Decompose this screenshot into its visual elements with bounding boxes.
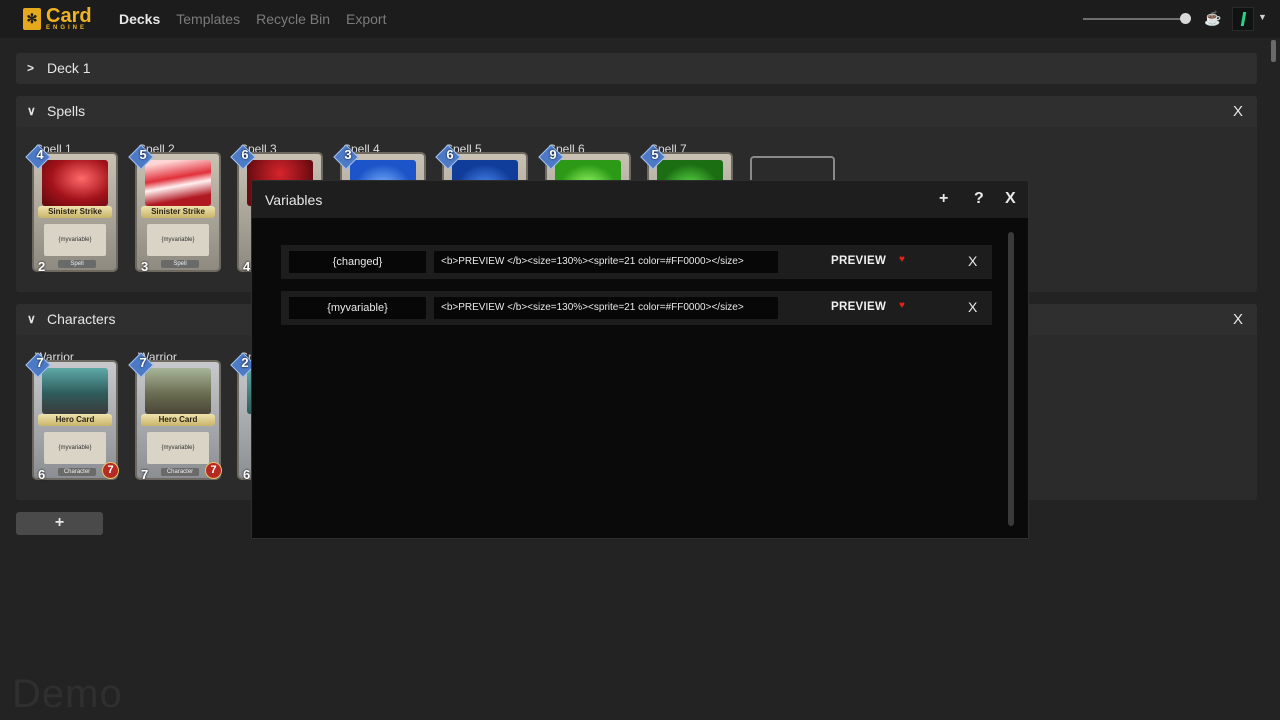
main-nav: Decks Templates Recycle Bin Export xyxy=(119,11,386,27)
heart-sprite-icon: ♥ xyxy=(899,254,905,265)
card-cost: 2 xyxy=(241,355,249,370)
card-cost: 9 xyxy=(549,147,557,162)
card-title: Hero Card xyxy=(141,414,215,426)
demo-watermark: Demo xyxy=(12,672,123,716)
card[interactable]: Sinister Strike {myvariable} Spell xyxy=(135,152,221,272)
card-cost: 7 xyxy=(36,355,44,370)
card-cost: 5 xyxy=(651,147,659,162)
card-attack: 6 xyxy=(243,467,251,482)
deck-header[interactable]: > Deck 1 xyxy=(16,53,1257,84)
delete-variable-button[interactable]: X xyxy=(968,253,977,269)
deck-title: Characters xyxy=(47,311,116,327)
card-attack: 3 xyxy=(141,259,149,274)
card-slot[interactable]: Spell 2 Sinister Strike {myvariable} Spe… xyxy=(128,142,221,282)
card-slot[interactable]: Warrior Hero Card {myvariable} Character… xyxy=(25,350,119,490)
app-logo[interactable]: ✻ Card ENGINE xyxy=(23,6,92,31)
card[interactable]: Hero Card {myvariable} Character xyxy=(32,360,118,480)
deck-title: Spells xyxy=(47,103,86,119)
card[interactable]: Sinister Strike {myvariable} Spell xyxy=(32,152,118,272)
card-attack: 7 xyxy=(141,467,149,482)
nav-decks[interactable]: Decks xyxy=(119,11,160,27)
dialog-scrollbar[interactable] xyxy=(1008,232,1014,526)
close-dialog-button[interactable]: X xyxy=(1005,190,1016,208)
zoom-slider-track[interactable] xyxy=(1083,18,1187,20)
deck-title: Deck 1 xyxy=(47,60,91,76)
card-text: {myvariable} xyxy=(44,432,106,464)
variable-name-input[interactable] xyxy=(289,297,426,319)
logo-subtitle: ENGINE xyxy=(46,25,88,31)
card-cost: 7 xyxy=(139,355,147,370)
card-type: Spell xyxy=(161,260,199,268)
variable-value-input[interactable] xyxy=(434,297,778,319)
card[interactable]: Hero Card {myvariable} Character xyxy=(135,360,221,480)
coffee-cup-icon[interactable]: ☕ xyxy=(1204,11,1221,26)
chevron-down-icon[interactable]: ∨ xyxy=(27,312,36,326)
card-title: Hero Card xyxy=(38,414,112,426)
delete-variable-button[interactable]: X xyxy=(968,299,977,315)
card-health: 7 xyxy=(102,462,119,479)
card-health: 7 xyxy=(205,462,222,479)
card-cost: 6 xyxy=(446,147,454,162)
user-avatar[interactable] xyxy=(1232,7,1254,31)
card-type: Character xyxy=(161,468,199,476)
card-cost: 6 xyxy=(241,147,249,162)
variables-dialog: Variables + ? X PREVIEW ♥ X PREVIEW ♥ X xyxy=(251,180,1029,539)
add-deck-button[interactable]: + xyxy=(16,512,103,535)
card-type: Spell xyxy=(58,260,96,268)
card-attack: 4 xyxy=(243,259,251,274)
variable-name-input[interactable] xyxy=(289,251,426,273)
variable-row: PREVIEW ♥ X xyxy=(281,291,992,325)
logo-title: Card xyxy=(46,5,92,27)
variable-row: PREVIEW ♥ X xyxy=(281,245,992,279)
chevron-right-icon[interactable]: > xyxy=(27,61,34,75)
card-attack: 2 xyxy=(38,259,46,274)
dialog-title: Variables xyxy=(265,192,323,208)
chevron-down-icon[interactable]: ∨ xyxy=(27,104,36,118)
help-button[interactable]: ? xyxy=(974,190,984,208)
close-deck-button[interactable]: X xyxy=(1233,103,1243,120)
card-art xyxy=(42,160,108,206)
card-cost: 3 xyxy=(344,147,352,162)
deck-panel-deck-1: > Deck 1 xyxy=(16,53,1257,84)
deck-header[interactable]: ∨ Spells X xyxy=(16,96,1257,127)
card-text: {myvariable} xyxy=(147,432,209,464)
card-art xyxy=(145,160,211,206)
card-title: Sinister Strike xyxy=(38,206,112,218)
card-type: Character xyxy=(58,468,96,476)
card-slot[interactable]: Spell 1 Sinister Strike {myvariable} Spe… xyxy=(25,142,118,282)
card-cost: 4 xyxy=(36,147,44,162)
logo-gear-icon: ✻ xyxy=(23,7,41,30)
nav-export[interactable]: Export xyxy=(346,11,386,27)
card-art xyxy=(42,368,108,414)
variable-value-input[interactable] xyxy=(434,251,778,273)
variable-preview: PREVIEW xyxy=(831,255,887,267)
card-text: {myvariable} xyxy=(147,224,209,256)
page-scrollbar[interactable] xyxy=(1271,40,1276,62)
card-cost: 5 xyxy=(139,147,147,162)
chevron-down-icon[interactable]: ▼ xyxy=(1258,12,1267,22)
heart-sprite-icon: ♥ xyxy=(899,300,905,311)
zoom-slider-knob[interactable] xyxy=(1180,13,1191,24)
card-slot[interactable]: Warrior Hero Card {myvariable} Character… xyxy=(128,350,222,490)
close-deck-button[interactable]: X xyxy=(1233,311,1243,328)
dialog-header: Variables + ? X xyxy=(252,181,1028,218)
nav-templates[interactable]: Templates xyxy=(176,11,240,27)
nav-recycle-bin[interactable]: Recycle Bin xyxy=(256,11,330,27)
card-text: {myvariable} xyxy=(44,224,106,256)
card-art xyxy=(145,368,211,414)
top-bar: ✻ Card ENGINE Decks Templates Recycle Bi… xyxy=(0,0,1280,38)
variable-preview: PREVIEW xyxy=(831,301,887,313)
card-title: Sinister Strike xyxy=(141,206,215,218)
add-variable-button[interactable]: + xyxy=(939,190,948,208)
card-attack: 6 xyxy=(38,467,46,482)
